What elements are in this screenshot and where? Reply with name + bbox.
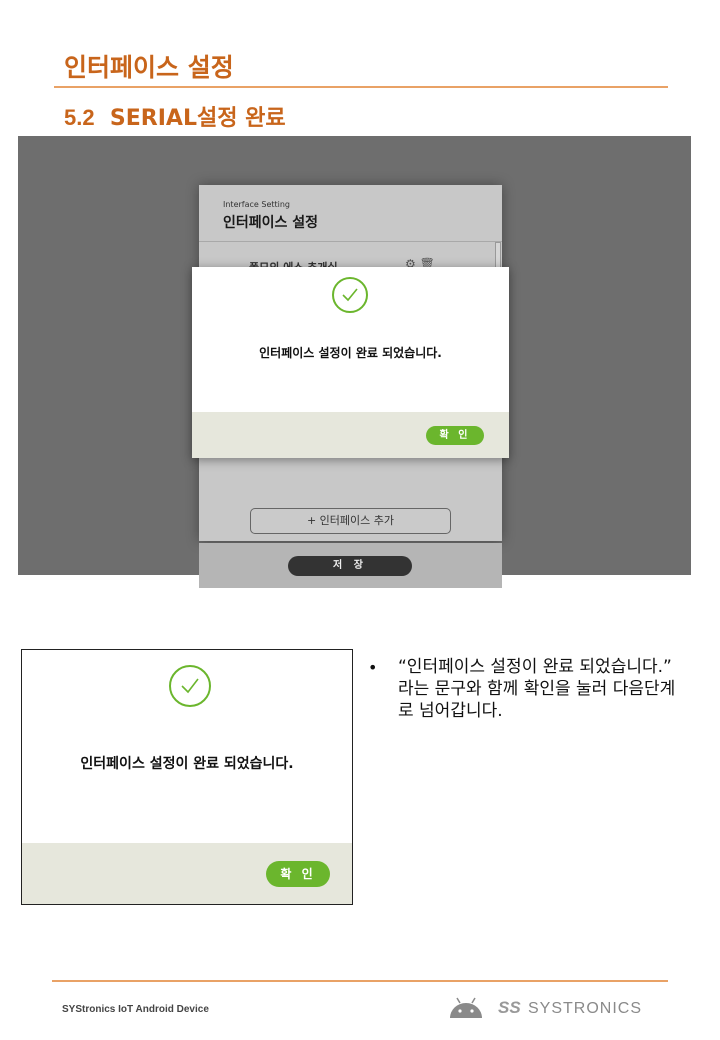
brand-name: SYSTRONICS [528,1000,643,1017]
completion-dialog-zoom: 인터페이스 설정이 완료 되었습니다. 확 인 [21,649,353,905]
dialog-footer: 확 인 [192,412,509,458]
add-interface-button[interactable]: + 인터페이스 추가 [250,508,451,534]
page-title: 인터페이스 설정 [64,53,234,82]
app-header-english: Interface Setting [223,200,291,209]
confirm-button[interactable]: 확 인 [266,861,330,887]
dialog-message: 인터페이스 설정이 완료 되었습니다. [259,346,442,360]
check-circle-icon [332,277,368,313]
footer-text: SYStronics IoT Android Device [62,1004,209,1015]
section-heading: SERIAL설정 완료 [109,106,286,131]
section-title: 5.2 SERIAL설정 완료 [64,100,286,132]
app-header: Interface Setting 인터페이스 설정 [199,185,502,242]
scrollbar[interactable] [495,242,501,268]
app-screenshot: Interface Setting 인터페이스 설정 폴모의 에스 추개실 ⚙ … [18,136,691,588]
bullet-marker: • [368,658,378,677]
footer-divider [52,980,668,982]
app-header-korean: 인터페이스 설정 [223,215,319,231]
check-circle-icon [169,665,211,707]
confirm-button[interactable]: 확 인 [426,426,484,445]
title-divider [54,86,668,88]
android-icon [450,997,482,1018]
section-number: 5.2 [64,105,95,130]
description-text: “인터페이스 설정이 완료 되었습니다.” 라는 문구와 함께 확인을 눌러 다… [398,657,676,721]
brand-mark: SS [498,998,521,1017]
save-button[interactable]: 저 장 [288,556,412,576]
bottom-bar: 저 장 [199,543,502,588]
dialog-footer: 확 인 [22,843,352,904]
completion-dialog: 인터페이스 설정이 완료 되었습니다. 확 인 [192,267,509,458]
dialog-message: 인터페이스 설정이 완료 되었습니다. [80,756,294,772]
